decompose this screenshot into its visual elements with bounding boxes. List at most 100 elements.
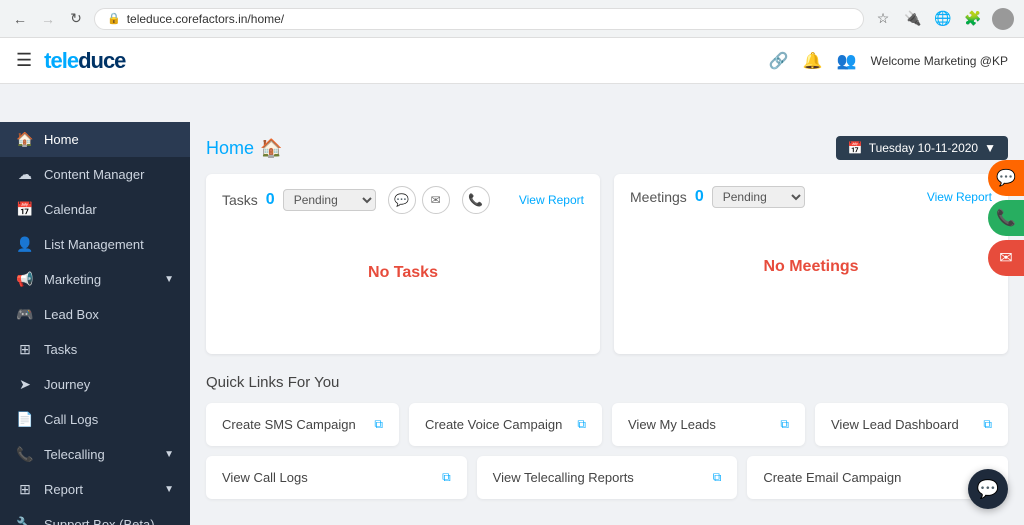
meetings-count: 0 — [695, 188, 704, 206]
report-arrow-icon: ▼ — [164, 484, 174, 495]
sidebar-label-support-box: Support Box (Beta) — [44, 517, 174, 525]
tasks-filter-select[interactable]: Pending Completed All — [283, 189, 376, 211]
quick-link-telecalling-reports[interactable]: View Telecalling Reports ⧉ — [477, 456, 738, 499]
float-phone-btn[interactable]: 📞 — [988, 200, 1024, 236]
address-bar[interactable]: 🔒 teleduce.corefactors.in/home/ — [94, 8, 864, 30]
top-nav: ☰ teleduce 🔗 🔔 👥 Welcome Marketing @KP — [0, 38, 1024, 84]
float-mail-btn[interactable]: ✉ — [988, 240, 1024, 276]
sidebar-item-telecalling[interactable]: 📞 Telecalling ▼ — [0, 437, 190, 472]
telecalling-icon: 📞 — [16, 446, 34, 463]
quick-link-sms-label: Create SMS Campaign — [222, 417, 356, 432]
sidebar-item-calendar[interactable]: 📅 Calendar — [0, 192, 190, 227]
sidebar: 🏠 Home ☁ Content Manager 📅 Calendar 👤 Li… — [0, 122, 190, 525]
tasks-chat-icon-btn[interactable]: 💬 — [388, 186, 416, 214]
sidebar-item-tasks[interactable]: ⊞ Tasks — [0, 332, 190, 367]
calendar-icon: 📅 — [16, 201, 34, 218]
meetings-widget: Meetings 0 Pending Completed All View Re… — [614, 174, 1008, 354]
sidebar-item-call-logs[interactable]: 📄 Call Logs — [0, 402, 190, 437]
tasks-no-data: No Tasks — [222, 264, 584, 282]
sidebar-item-lead-box[interactable]: 🎮 Lead Box — [0, 297, 190, 332]
url-text: teleduce.corefactors.in/home/ — [127, 12, 284, 26]
meetings-filter[interactable]: Pending Completed All — [712, 186, 805, 208]
sidebar-item-support-box[interactable]: 🔧 Support Box (Beta) — [0, 507, 190, 525]
quick-link-my-leads-label: View My Leads — [628, 417, 716, 432]
forward-button[interactable]: → — [38, 9, 58, 29]
chat-bubble-icon: 💬 — [977, 479, 999, 500]
journey-icon: ➤ — [16, 376, 34, 393]
sidebar-item-report[interactable]: ⊞ Report ▼ — [0, 472, 190, 507]
brand-logo: teleduce — [44, 48, 125, 74]
quick-link-lead-dashboard[interactable]: View Lead Dashboard ⧉ — [815, 403, 1008, 446]
tasks-filter[interactable]: Pending Completed All — [283, 189, 376, 211]
list-icon: 👤 — [16, 236, 34, 253]
chat-bubble[interactable]: 💬 — [968, 469, 1008, 509]
sidebar-label-telecalling: Telecalling — [44, 447, 154, 462]
float-chat-btn[interactable]: 💬 — [988, 160, 1024, 196]
widgets-row: Tasks 0 Pending Completed All 💬 ✉ — [206, 174, 1008, 354]
tasks-view-report[interactable]: View Report — [519, 193, 584, 207]
ext-link-icon-calllogs: ⧉ — [442, 470, 451, 485]
tasks-widget-header: Tasks 0 Pending Completed All 💬 ✉ — [222, 186, 584, 214]
quick-link-my-leads[interactable]: View My Leads ⧉ — [612, 403, 805, 446]
home-icon-title: 🏠 — [260, 138, 282, 159]
ext-icon1[interactable]: 🔌 — [902, 8, 924, 30]
back-button[interactable]: ← — [10, 9, 30, 29]
date-badge-text: Tuesday 10-11-2020 — [869, 141, 978, 155]
quick-link-sms[interactable]: Create SMS Campaign ⧉ — [206, 403, 399, 446]
ext-link-icon-voice: ⧉ — [577, 417, 586, 432]
quick-link-call-logs-label: View Call Logs — [222, 470, 308, 485]
marketing-arrow-icon: ▼ — [164, 274, 174, 285]
reload-button[interactable]: ↻ — [66, 9, 86, 29]
sidebar-item-home[interactable]: 🏠 Home — [0, 122, 190, 157]
quick-links-section: Quick Links For You Create SMS Campaign … — [206, 374, 1008, 499]
meetings-view-report[interactable]: View Report — [927, 190, 992, 204]
tasks-icon: ⊞ — [16, 341, 34, 358]
sidebar-item-marketing[interactable]: 📢 Marketing ▼ — [0, 262, 190, 297]
home-icon: 🏠 — [16, 131, 34, 148]
quick-link-call-logs[interactable]: View Call Logs ⧉ — [206, 456, 467, 499]
cloud-icon: ☁ — [16, 166, 34, 183]
sidebar-label-home: Home — [44, 132, 174, 147]
telecalling-arrow-icon: ▼ — [164, 449, 174, 460]
sidebar-label-report: Report — [44, 482, 154, 497]
main-content: Home 🏠 📅 Tuesday 10-11-2020 ▼ Tasks 0 Pe… — [190, 122, 1024, 525]
meetings-filter-select[interactable]: Pending Completed All — [712, 186, 805, 208]
leadbox-icon: 🎮 — [16, 306, 34, 323]
sidebar-label-marketing: Marketing — [44, 272, 154, 287]
sidebar-item-list-management[interactable]: 👤 List Management — [0, 227, 190, 262]
quick-links-row1: Create SMS Campaign ⧉ Create Voice Campa… — [206, 403, 1008, 446]
tasks-icon-btns: 💬 ✉ — [388, 186, 450, 214]
quick-link-voice[interactable]: Create Voice Campaign ⧉ — [409, 403, 602, 446]
float-buttons: 💬 📞 ✉ — [988, 160, 1024, 276]
date-badge[interactable]: 📅 Tuesday 10-11-2020 ▼ — [836, 136, 1008, 160]
hamburger-icon[interactable]: ☰ — [16, 50, 32, 71]
date-badge-arrow: ▼ — [984, 141, 996, 155]
lock-icon: 🔒 — [107, 12, 121, 25]
browser-avatar[interactable] — [992, 8, 1014, 30]
sidebar-item-journey[interactable]: ➤ Journey — [0, 367, 190, 402]
sidebar-label-journey: Journey — [44, 377, 174, 392]
link-icon[interactable]: 🔗 — [769, 51, 789, 71]
star-icon[interactable]: ☆ — [872, 8, 894, 30]
ext-icon2[interactable]: 🌐 — [932, 8, 954, 30]
ext-link-icon-sms: ⧉ — [374, 417, 383, 432]
users-icon[interactable]: 👥 — [837, 51, 857, 71]
marketing-icon: 📢 — [16, 271, 34, 288]
meetings-widget-header: Meetings 0 Pending Completed All View Re… — [630, 186, 992, 208]
quick-link-lead-dashboard-label: View Lead Dashboard — [831, 417, 959, 432]
tasks-phone-icon-btn[interactable]: 📞 — [462, 186, 490, 214]
quick-link-email-campaign-label: Create Email Campaign — [763, 470, 901, 485]
notification-icon[interactable]: 🔔 — [803, 51, 823, 71]
support-icon: 🔧 — [16, 516, 34, 525]
report-icon: ⊞ — [16, 481, 34, 498]
page-header: Home 🏠 📅 Tuesday 10-11-2020 ▼ — [206, 136, 1008, 160]
sidebar-label-lead-box: Lead Box — [44, 307, 174, 322]
tasks-mail-icon-btn[interactable]: ✉ — [422, 186, 450, 214]
sidebar-item-content-manager[interactable]: ☁ Content Manager — [0, 157, 190, 192]
sidebar-label-call-logs: Call Logs — [44, 412, 174, 427]
sidebar-label-content-manager: Content Manager — [44, 167, 174, 182]
calllogs-icon: 📄 — [16, 411, 34, 428]
ext-icon3[interactable]: 🧩 — [962, 8, 984, 30]
page-title: Home 🏠 — [206, 138, 282, 159]
ext-link-icon-telecalling: ⧉ — [713, 470, 722, 485]
